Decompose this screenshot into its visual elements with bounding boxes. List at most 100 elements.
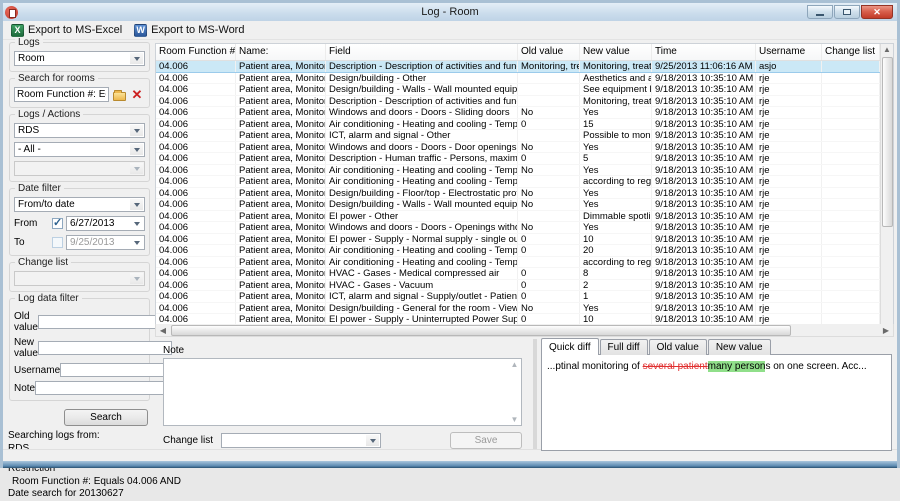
table-cell: Yes (580, 142, 652, 153)
table-row[interactable]: 04.006Patient area, MonitoringDesign/bui… (156, 188, 880, 200)
column-header[interactable]: Field (326, 44, 518, 60)
scroll-up-icon[interactable]: ▲ (883, 44, 891, 56)
log-source-combobox[interactable]: RDS (14, 123, 145, 138)
table-cell: rje (756, 176, 822, 187)
tab-full-diff[interactable]: Full diff (600, 339, 648, 355)
to-date-value: 9/25/2013 (70, 237, 115, 248)
close-button[interactable]: ✕ (861, 5, 893, 19)
column-header[interactable]: New value (580, 44, 652, 60)
date-mode-combobox[interactable]: From/to date (14, 197, 145, 212)
table-row[interactable]: 04.006Patient area, MonitoringWindows an… (156, 142, 880, 154)
note-scrollbar[interactable]: ▲ ▼ (509, 360, 520, 424)
room-search-input[interactable] (14, 87, 109, 102)
table-row[interactable]: 04.006Patient area, MonitoringAir condit… (156, 176, 880, 188)
table-cell: HVAC - Gases - Medical compressed air (326, 268, 518, 279)
table-row[interactable]: 04.006Patient area, MonitoringDesign/bui… (156, 73, 880, 85)
maximize-button[interactable] (834, 5, 860, 19)
logs-combobox[interactable]: Room (14, 51, 145, 66)
table-cell: 04.006 (156, 142, 236, 153)
export-word-button[interactable]: W Export to MS-Word (130, 23, 248, 38)
from-date-checkbox[interactable] (52, 218, 63, 229)
to-date-checkbox[interactable] (52, 237, 63, 248)
table-row[interactable]: 04.006Patient area, MonitoringHVAC - Gas… (156, 280, 880, 292)
export-excel-button[interactable]: X Export to MS-Excel (7, 23, 126, 38)
table-row[interactable]: 04.006Patient area, MonitoringAir condit… (156, 119, 880, 131)
table-row[interactable]: 04.006Patient area, MonitoringICT, alarm… (156, 130, 880, 142)
table-row[interactable]: 04.006Patient area, MonitoringHVAC - Gas… (156, 268, 880, 280)
new-value-filter-input[interactable] (38, 341, 172, 355)
chevron-down-icon (130, 125, 143, 136)
old-value-filter-input[interactable] (38, 315, 172, 329)
table-cell: No (518, 199, 580, 210)
table-cell: 9/18/2013 10:35:10 AM (652, 119, 756, 130)
table-row[interactable]: 04.006Patient area, MonitoringDescriptio… (156, 96, 880, 108)
table-cell: 04.006 (156, 165, 236, 176)
table-cell: 9/18/2013 10:35:10 AM (652, 84, 756, 95)
table-row[interactable]: 04.006Patient area, MonitoringDesign/bui… (156, 84, 880, 96)
scroll-left-icon[interactable]: ◀ (156, 326, 170, 335)
column-header[interactable]: Change list (822, 44, 880, 60)
clear-room-search-button[interactable]: ✕ (129, 87, 145, 102)
tab-quick-diff[interactable]: Quick diff (541, 338, 599, 355)
search-button[interactable]: Search (64, 409, 148, 426)
table-row[interactable]: 04.006Patient area, MonitoringDescriptio… (156, 61, 880, 73)
table-row[interactable]: 04.006Patient area, MonitoringWindows an… (156, 222, 880, 234)
minimize-button[interactable] (807, 5, 833, 19)
column-header[interactable]: Old value (518, 44, 580, 60)
note-filter-input[interactable] (35, 381, 169, 395)
table-cell: 04.006 (156, 188, 236, 199)
table-row[interactable]: 04.006Patient area, MonitoringDesign/bui… (156, 303, 880, 315)
horizontal-scroll-thumb[interactable] (171, 325, 791, 336)
logs-group-label: Logs (15, 37, 43, 48)
column-header[interactable]: Time (652, 44, 756, 60)
from-date-picker[interactable]: 6/27/2013 (66, 216, 145, 231)
table-cell: Patient area, Monitoring (236, 73, 326, 84)
column-header[interactable]: Name: (236, 44, 326, 60)
table-cell: Patient area, Monitoring (236, 84, 326, 95)
tab-old-value[interactable]: Old value (649, 339, 707, 355)
to-date-picker[interactable]: 9/25/2013 (66, 235, 145, 250)
table-cell: El power - Supply - Uninterrupted Power … (326, 314, 518, 325)
note-textarea[interactable]: ▲ ▼ (163, 358, 522, 426)
table-cell (822, 119, 880, 130)
action-combobox[interactable]: - All - (14, 142, 145, 157)
scroll-up-icon[interactable]: ▲ (511, 360, 519, 369)
table-cell (822, 291, 880, 302)
tab-new-value[interactable]: New value (708, 339, 771, 355)
table-cell: Aesthetics and ac... (580, 73, 652, 84)
table-row[interactable]: 04.006Patient area, MonitoringWindows an… (156, 107, 880, 119)
table-cell (822, 211, 880, 222)
table-cell: 04.006 (156, 73, 236, 84)
table-row[interactable]: 04.006Patient area, MonitoringDescriptio… (156, 153, 880, 165)
panel-splitter[interactable] (533, 339, 537, 451)
table-cell: 9/18/2013 10:35:10 AM (652, 107, 756, 118)
table-cell (822, 199, 880, 210)
table-cell: rje (756, 199, 822, 210)
table-cell: 9/18/2013 10:35:10 AM (652, 257, 756, 268)
table-row[interactable]: 04.006Patient area, MonitoringAir condit… (156, 165, 880, 177)
scroll-right-icon[interactable]: ▶ (879, 326, 893, 335)
table-cell: 9/18/2013 10:35:10 AM (652, 222, 756, 233)
table-cell (518, 257, 580, 268)
table-cell: Design/building - General for the room -… (326, 303, 518, 314)
save-button[interactable]: Save (450, 432, 522, 449)
table-row[interactable]: 04.006Patient area, MonitoringAir condit… (156, 245, 880, 257)
change-list-combobox[interactable] (221, 433, 381, 448)
table-row[interactable]: 04.006Patient area, MonitoringEl power -… (156, 234, 880, 246)
table-row[interactable]: 04.006Patient area, MonitoringAir condit… (156, 257, 880, 269)
horizontal-scrollbar[interactable]: ◀ ▶ (155, 324, 894, 337)
open-room-search-button[interactable] (111, 87, 127, 102)
table-cell: 04.006 (156, 84, 236, 95)
scroll-down-icon[interactable]: ▼ (511, 415, 519, 424)
table-row[interactable]: 04.006Patient area, MonitoringEl power -… (156, 211, 880, 223)
vertical-scroll-thumb[interactable] (882, 57, 893, 227)
column-header[interactable]: Room Function #: (156, 44, 236, 60)
username-filter-label: Username (14, 365, 60, 376)
table-row[interactable]: 04.006Patient area, MonitoringDesign/bui… (156, 199, 880, 211)
to-label: To (14, 237, 52, 248)
change-list-filter-combobox[interactable] (14, 271, 145, 286)
table-cell: Patient area, Monitoring (236, 153, 326, 164)
vertical-scrollbar[interactable]: ▲ ▼ (880, 44, 893, 336)
column-header[interactable]: Username (756, 44, 822, 60)
table-row[interactable]: 04.006Patient area, MonitoringICT, alarm… (156, 291, 880, 303)
